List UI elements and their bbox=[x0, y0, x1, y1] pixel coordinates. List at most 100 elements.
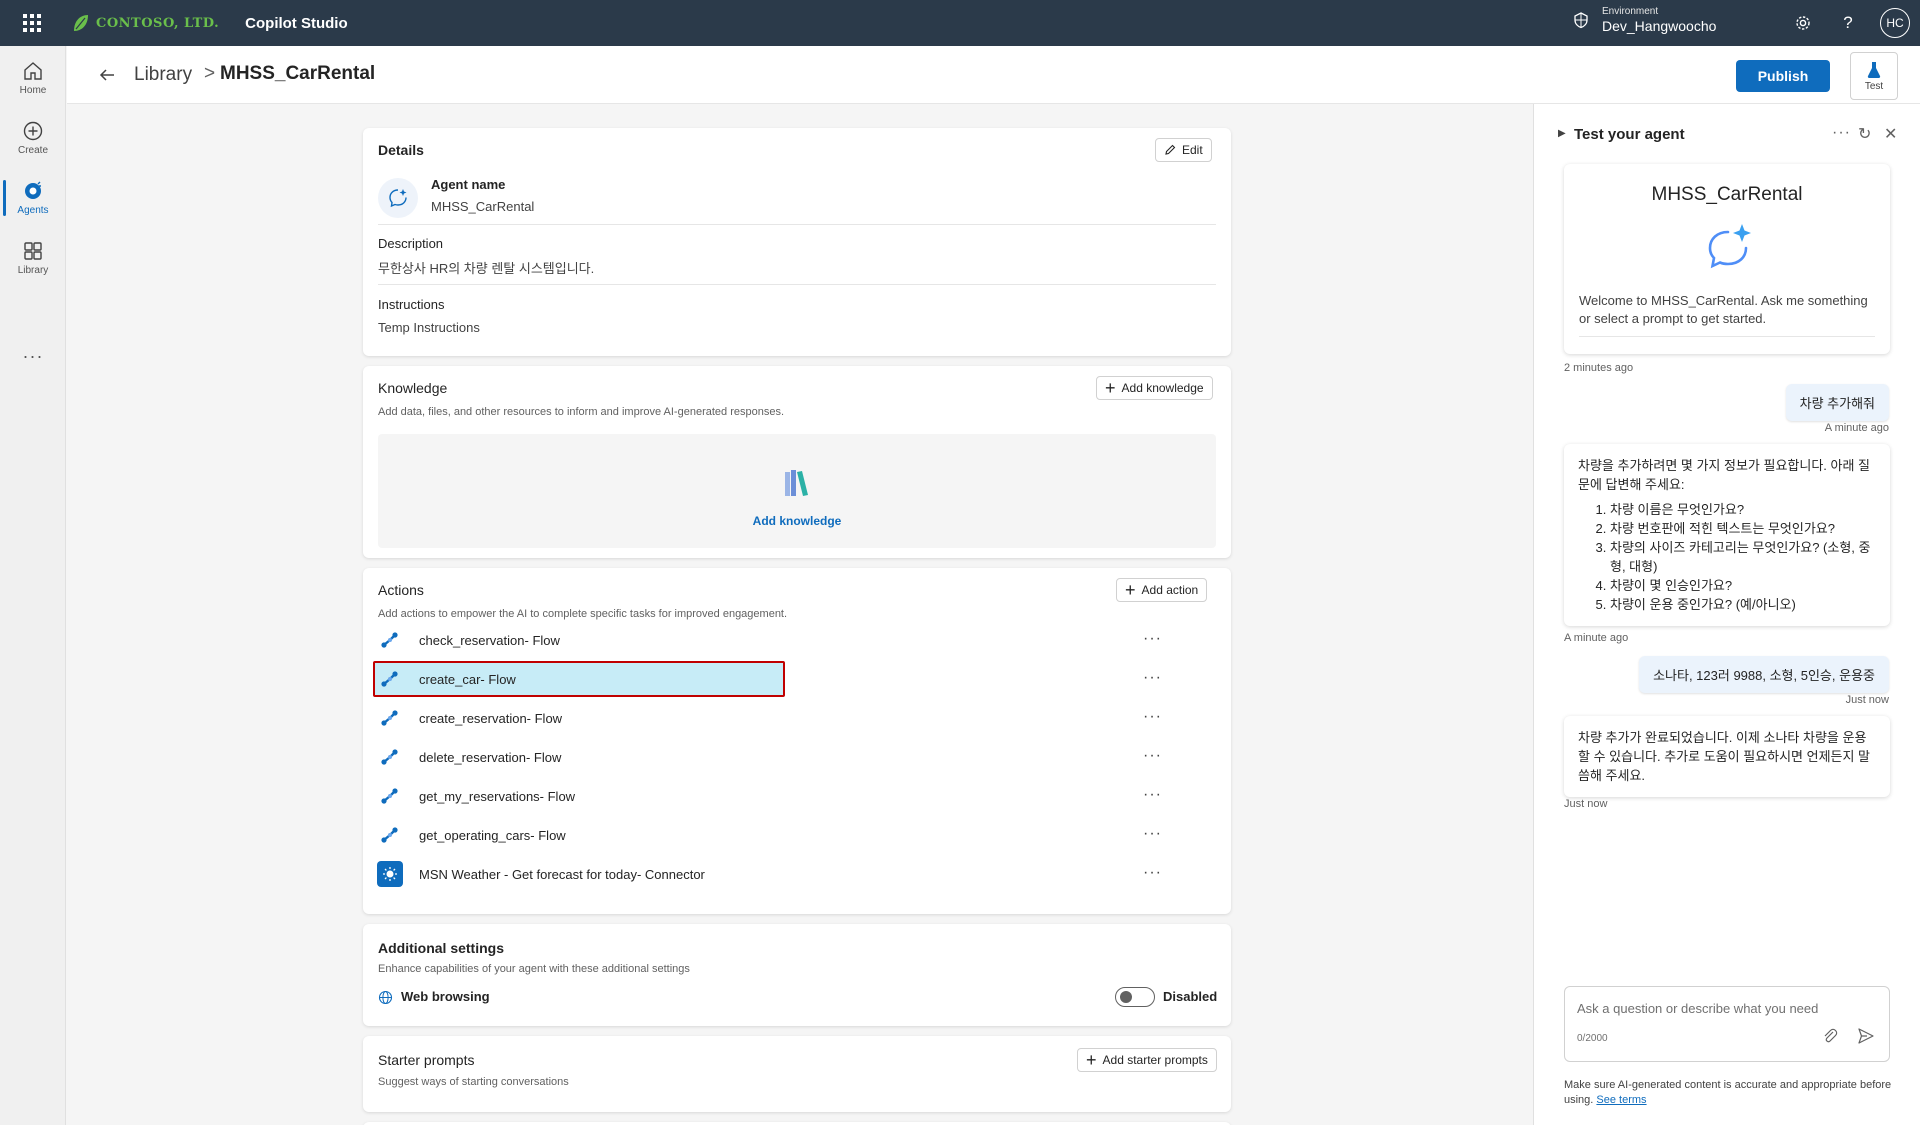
breadcrumb-library[interactable]: Library bbox=[134, 64, 192, 86]
pencil-icon bbox=[1165, 144, 1176, 155]
list-item: 차량이 운용 중인가요? (예/아니오) bbox=[1610, 595, 1876, 614]
action-more-options-icon[interactable]: ··· bbox=[1143, 747, 1162, 765]
action-more-options-icon[interactable]: ··· bbox=[1143, 630, 1162, 648]
test-agent-panel: ▶ Test your agent ··· ↻ ✕ MHSS_CarRental… bbox=[1533, 104, 1920, 1125]
actions-title: Actions bbox=[378, 582, 424, 598]
see-terms-link[interactable]: See terms bbox=[1596, 1094, 1646, 1106]
globe-icon bbox=[378, 990, 393, 1005]
welcome-text: Welcome to MHSS_CarRental. Ask me someth… bbox=[1579, 293, 1868, 326]
action-more-options-icon[interactable]: ··· bbox=[1143, 669, 1162, 687]
instructions-value: Temp Instructions bbox=[378, 320, 480, 335]
copilot-chat-icon bbox=[1708, 224, 1751, 269]
action-more-options-icon[interactable]: ··· bbox=[1143, 864, 1162, 882]
refresh-icon[interactable]: ↻ bbox=[1858, 124, 1871, 144]
add-starter-prompts-button[interactable]: + Add starter prompts bbox=[1077, 1048, 1217, 1072]
add-knowledge-link[interactable]: Add knowledge bbox=[378, 514, 1216, 528]
action-more-options-icon[interactable]: ··· bbox=[1143, 708, 1162, 726]
rail-item-agents[interactable]: Agents bbox=[0, 170, 66, 226]
action-name: get_operating_cars- Flow bbox=[419, 827, 566, 843]
back-arrow-icon[interactable] bbox=[97, 65, 117, 85]
rail-item-create[interactable]: Create bbox=[0, 110, 66, 166]
plus-circle-icon bbox=[23, 121, 43, 141]
timestamp: A minute ago bbox=[1564, 632, 1629, 644]
knowledge-dropzone[interactable]: Add knowledge bbox=[378, 434, 1216, 548]
description-value: 무한상사 HR의 차량 렌탈 시스템입니다. bbox=[378, 261, 595, 276]
home-icon bbox=[24, 62, 42, 80]
environment-picker[interactable]: Environment Dev_Hangwoocho bbox=[1572, 6, 1716, 34]
web-browsing-status: Disabled bbox=[1163, 989, 1218, 1004]
flow-icon bbox=[377, 744, 403, 770]
details-title: Details bbox=[378, 142, 424, 158]
flow-icon bbox=[377, 705, 403, 731]
action-name: get_my_reservations- Flow bbox=[419, 788, 576, 804]
help-icon[interactable]: ? bbox=[1837, 12, 1859, 34]
action-more-options-icon[interactable]: ··· bbox=[1143, 786, 1162, 804]
bot-message: 차량을 추가하려면 몇 가지 정보가 필요합니다. 아래 질문에 답변해 주세요… bbox=[1564, 444, 1890, 626]
action-row[interactable]: get_operating_cars- Flow ··· bbox=[371, 817, 1223, 853]
starter-prompts-title: Starter prompts bbox=[378, 1052, 475, 1068]
timestamp: A minute ago bbox=[1824, 422, 1889, 434]
action-row[interactable]: get_my_reservations- Flow ··· bbox=[371, 778, 1223, 814]
rail-label-library: Library bbox=[17, 265, 49, 276]
test-button[interactable]: Test bbox=[1850, 52, 1898, 100]
product-name[interactable]: Copilot Studio bbox=[245, 15, 347, 32]
action-row[interactable]: check_reservation- Flow ··· bbox=[371, 622, 1223, 658]
disclaimer: Make sure AI-generated content is accura… bbox=[1564, 1078, 1904, 1108]
more-options-icon[interactable]: ··· bbox=[1832, 124, 1851, 142]
starter-prompts-subtitle: Suggest ways of starting conversations bbox=[378, 1076, 569, 1088]
web-browsing-label: Web browsing bbox=[401, 989, 490, 1004]
settings-gear-icon[interactable] bbox=[1792, 12, 1814, 34]
user-message: 차량 추가해줘 bbox=[1785, 384, 1889, 421]
environment-value: Dev_Hangwoocho bbox=[1602, 18, 1717, 34]
timestamp: Just now bbox=[1564, 798, 1608, 810]
action-more-options-icon[interactable]: ··· bbox=[1143, 825, 1162, 843]
app-launcher-icon[interactable] bbox=[0, 0, 64, 46]
char-count: 0/2000 bbox=[1577, 1033, 1608, 1044]
send-icon[interactable] bbox=[1857, 1027, 1875, 1045]
action-row[interactable]: create_reservation- Flow ··· bbox=[371, 700, 1223, 736]
avatar[interactable]: HC bbox=[1880, 8, 1910, 38]
knowledge-card: Knowledge + Add knowledge Add data, file… bbox=[363, 366, 1231, 558]
page-title: MHSS_CarRental bbox=[220, 63, 376, 84]
action-row[interactable]: delete_reservation- Flow ··· bbox=[371, 739, 1223, 775]
toggle-knob bbox=[1120, 991, 1132, 1003]
add-action-button[interactable]: + Add action bbox=[1116, 578, 1208, 602]
additional-settings-card: Additional settings Enhance capabilities… bbox=[363, 924, 1231, 1026]
edit-button[interactable]: Edit bbox=[1155, 138, 1212, 162]
agent-name-value: MHSS_CarRental bbox=[431, 199, 535, 214]
collapse-caret-icon[interactable]: ▶ bbox=[1558, 128, 1566, 139]
web-browsing-toggle[interactable] bbox=[1115, 987, 1155, 1007]
description-label: Description bbox=[378, 236, 444, 251]
chat-input[interactable]: Ask a question or describe what you need… bbox=[1564, 986, 1890, 1062]
plus-icon: + bbox=[1105, 378, 1116, 398]
add-knowledge-button[interactable]: + Add knowledge bbox=[1096, 376, 1213, 400]
starter-prompts-card: Starter prompts + Add starter prompts Su… bbox=[363, 1036, 1231, 1112]
publish-button[interactable]: Publish bbox=[1736, 60, 1830, 92]
top-bar: CONTOSO, LTD. Copilot Studio Environment… bbox=[0, 0, 1920, 46]
bot-message-list: 차량 이름은 무엇인가요? 차량 번호판에 적힌 텍스트는 무엇인가요? 차량의… bbox=[1610, 500, 1876, 614]
agents-icon bbox=[25, 181, 41, 199]
action-row[interactable]: MSN Weather - Get forecast for today- Co… bbox=[371, 856, 1223, 892]
list-item: 차량이 몇 인승인가요? bbox=[1610, 576, 1876, 595]
more-icon[interactable]: ··· bbox=[0, 346, 66, 367]
rail-item-home[interactable]: Home bbox=[0, 50, 66, 106]
divider bbox=[378, 284, 1216, 285]
action-name: delete_reservation- Flow bbox=[419, 749, 562, 765]
action-row[interactable]: create_car- Flow ··· bbox=[371, 661, 1223, 697]
flow-icon bbox=[377, 783, 403, 809]
rail-item-library[interactable]: Library bbox=[0, 230, 66, 286]
flow-icon bbox=[377, 627, 403, 653]
instructions-label: Instructions bbox=[378, 297, 445, 312]
bot-message-intro: 차량을 추가하려면 몇 가지 정보가 필요합니다. 아래 질문에 답변해 주세요… bbox=[1578, 458, 1871, 492]
close-icon[interactable]: ✕ bbox=[1884, 124, 1897, 144]
page-header: Library > MHSS_CarRental Publish Test bbox=[67, 46, 1920, 104]
divider bbox=[378, 224, 1216, 225]
flow-icon bbox=[377, 822, 403, 848]
weather-sun-icon bbox=[377, 861, 403, 887]
chat-input-placeholder: Ask a question or describe what you need bbox=[1577, 1001, 1819, 1016]
add-action-label: Add action bbox=[1141, 583, 1199, 597]
additional-settings-title: Additional settings bbox=[378, 940, 504, 956]
attach-icon[interactable] bbox=[1821, 1027, 1839, 1045]
flow-icon bbox=[377, 666, 403, 692]
knowledge-books-icon bbox=[785, 470, 808, 496]
